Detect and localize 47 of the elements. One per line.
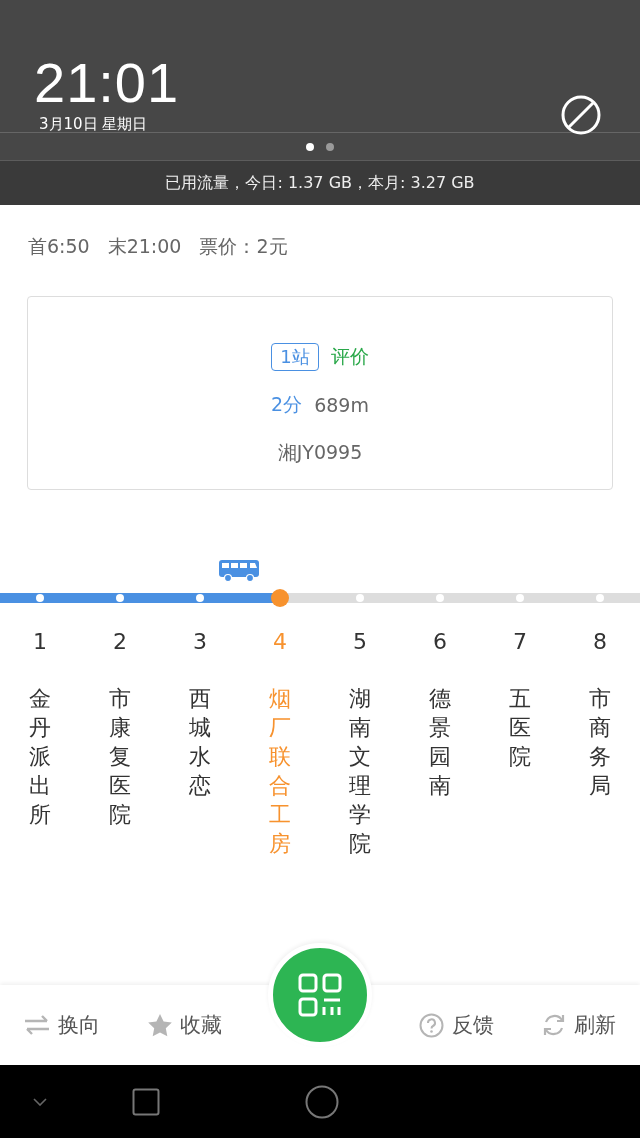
stops-away-badge: 1站 [271, 343, 319, 371]
stop-number: 8 [593, 629, 607, 654]
eta-text: 2分 [271, 392, 303, 417]
data-usage-text: 已用流量，今日: 1.37 GB，本月: 3.27 GB [165, 172, 475, 194]
home-icon[interactable] [305, 1084, 339, 1119]
stop-dot[interactable] [356, 594, 364, 602]
stop-dot[interactable] [196, 594, 204, 602]
scan-code-icon [298, 973, 343, 1017]
toolbar-button[interactable]: 收藏 [143, 1005, 226, 1045]
schedule-text: 首6:50 [28, 234, 90, 259]
stop-name[interactable]: 湖南文理学院 [349, 684, 371, 859]
do-not-disturb-icon[interactable] [560, 94, 602, 136]
stop-name[interactable]: 金丹派出所 [29, 684, 51, 830]
bus-icon [219, 560, 261, 582]
stop-dot[interactable] [116, 594, 124, 602]
swap-icon [23, 1015, 50, 1035]
stop-dot[interactable] [36, 594, 44, 602]
stop-number: 2 [113, 629, 127, 654]
plate-number: 湘JY0995 [277, 440, 363, 465]
schedule-text: 末21:00 [107, 234, 182, 259]
toolbar-button[interactable]: 刷新 [538, 1005, 621, 1045]
clock-date: 3月10日 星期日 [39, 117, 149, 132]
stop-name[interactable]: 五医院 [509, 684, 531, 772]
stop-dot[interactable] [271, 589, 289, 607]
chevron-down-icon[interactable] [33, 1097, 47, 1106]
stop-dot[interactable] [516, 594, 524, 602]
distance-text: 689m [314, 394, 369, 416]
stop-name[interactable]: 西城水恋 [189, 684, 211, 801]
stop-number: 7 [513, 629, 527, 654]
help-icon [419, 1012, 445, 1038]
stop-name[interactable]: 市康复医院 [109, 684, 131, 830]
stop-number: 6 [433, 629, 447, 654]
toolbar-button[interactable]: 反馈 [415, 1005, 499, 1045]
schedule-text: 票价：2元 [199, 234, 288, 259]
stop-number: 3 [193, 629, 207, 654]
stop-number: 4 [273, 629, 287, 654]
clock-time: 21:01 [34, 55, 180, 111]
stop-dot[interactable] [436, 594, 444, 602]
toolbar-button[interactable]: 换向 [19, 1005, 104, 1045]
recent-apps-icon[interactable] [132, 1087, 160, 1116]
stop-number: 1 [33, 629, 47, 654]
star-icon [147, 1013, 172, 1037]
stop-number: 5 [353, 629, 367, 654]
stop-name[interactable]: 德景园南 [429, 684, 451, 801]
stop-name[interactable]: 市商务局 [589, 684, 611, 801]
refresh-icon [542, 1013, 567, 1037]
stop-dot[interactable] [596, 594, 604, 602]
